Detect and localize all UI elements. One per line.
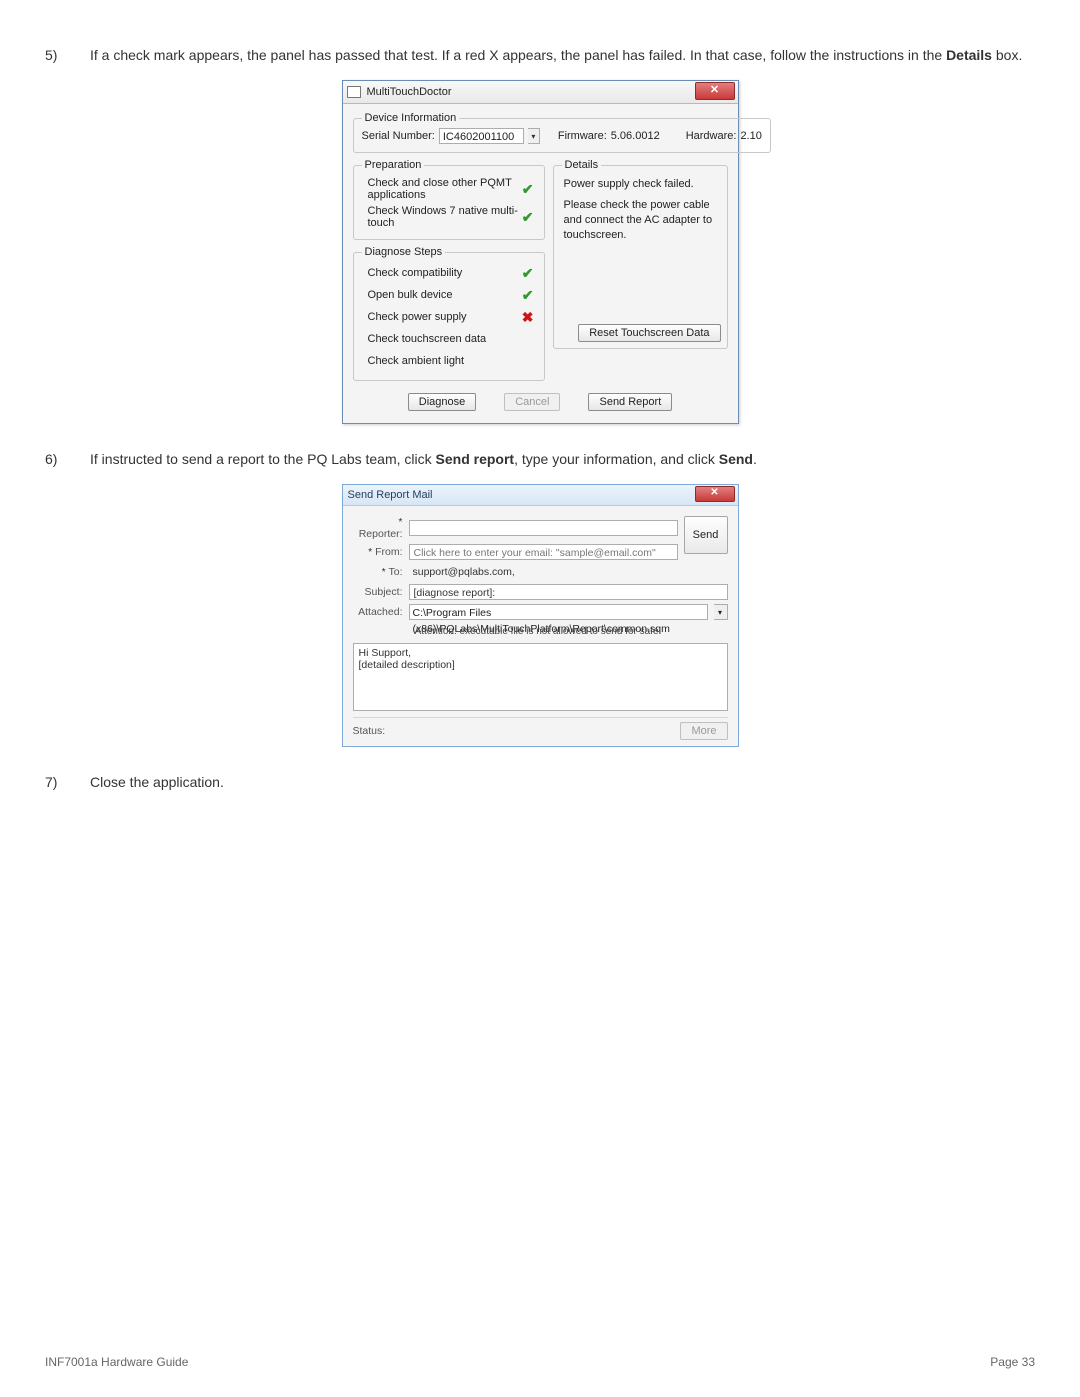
attached-select[interactable]: C:\Program Files (x86)\PQLabs\MultiTouch…: [409, 604, 708, 620]
diag-item: Check compatibility ✔: [362, 262, 536, 284]
firmware-value: 5.06.0012: [611, 130, 660, 142]
footer-right: Page 33: [990, 1355, 1035, 1369]
step-number: 7): [45, 772, 90, 793]
step-text: Close the application.: [90, 772, 1035, 793]
instruction-step-5: 5) If a check mark appears, the panel ha…: [45, 45, 1035, 66]
device-information-legend: Device Information: [362, 112, 460, 124]
send-report-mail-window: Send Report Mail ✕ Reporter: From: Click…: [342, 484, 739, 747]
send-button[interactable]: Send: [684, 516, 728, 554]
subject-label: Subject:: [353, 586, 403, 598]
diag-item: Check power supply ✖: [362, 306, 536, 328]
diag-item: Open bulk device ✔: [362, 284, 536, 306]
titlebar[interactable]: Send Report Mail ✕: [343, 485, 738, 506]
reporter-input[interactable]: [409, 520, 678, 536]
diagnose-button[interactable]: Diagnose: [408, 393, 476, 411]
instruction-step-7: 7) Close the application.: [45, 772, 1035, 793]
attention-note: Attention: executable file is not allowe…: [353, 624, 728, 643]
reset-touchscreen-data-button[interactable]: Reset Touchscreen Data: [578, 324, 720, 342]
diag-item: Check touchscreen data: [362, 328, 536, 350]
window-title: MultiTouchDoctor: [367, 86, 452, 98]
firmware-label: Firmware:: [558, 130, 607, 142]
send-report-button[interactable]: Send Report: [588, 393, 672, 411]
diagnose-steps-legend: Diagnose Steps: [362, 246, 446, 258]
prep-item: Check Windows 7 native multi-touch ✔: [362, 203, 536, 231]
hardware-value: 2.10: [740, 130, 761, 142]
to-label: To:: [353, 566, 403, 578]
step-text: If a check mark appears, the panel has p…: [90, 45, 1035, 66]
details-group: Details Power supply check failed. Pleas…: [553, 159, 728, 349]
close-button[interactable]: ✕: [695, 82, 735, 100]
checkmark-icon: ✔: [522, 265, 534, 282]
subject-input[interactable]: [diagnose report]:: [409, 584, 728, 600]
device-information-group: Device Information Serial Number: IC4602…: [353, 112, 771, 153]
instruction-step-6: 6) If instructed to send a report to the…: [45, 449, 1035, 470]
preparation-legend: Preparation: [362, 159, 425, 171]
titlebar[interactable]: MultiTouchDoctor ✕: [343, 81, 738, 104]
checkmark-icon: ✔: [522, 287, 534, 304]
serial-number-label: Serial Number:: [362, 130, 435, 142]
step-number: 6): [45, 449, 90, 470]
checkmark-icon: ✔: [522, 181, 534, 198]
footer-left: INF7001a Hardware Guide: [45, 1355, 188, 1369]
more-button[interactable]: More: [680, 722, 727, 740]
multitouchdoctor-window: MultiTouchDoctor ✕ Device Information Se…: [342, 80, 739, 424]
app-icon: [347, 86, 361, 98]
details-line: Power supply check failed.: [564, 177, 717, 192]
from-label: From:: [353, 546, 403, 558]
serial-number-select[interactable]: IC4602001100: [439, 128, 524, 144]
diagnose-steps-group: Diagnose Steps Check compatibility ✔ Ope…: [353, 246, 545, 381]
status-label: Status:: [353, 725, 386, 737]
diag-item: Check ambient light: [362, 350, 536, 372]
preparation-group: Preparation Check and close other PQMT a…: [353, 159, 545, 240]
prep-item: Check and close other PQMT applications …: [362, 175, 536, 203]
step-number: 5): [45, 45, 90, 66]
page-footer: INF7001a Hardware Guide Page 33: [45, 1355, 1035, 1369]
attached-dropdown-icon[interactable]: ▾: [714, 604, 728, 620]
cancel-button[interactable]: Cancel: [504, 393, 560, 411]
attached-label: Attached:: [353, 606, 403, 618]
step-text: If instructed to send a report to the PQ…: [90, 449, 1035, 470]
details-legend: Details: [562, 159, 602, 171]
message-body-textarea[interactable]: Hi Support, [detailed description]: [353, 643, 728, 711]
window-title: Send Report Mail: [348, 489, 433, 501]
hardware-label: Hardware:: [686, 130, 737, 142]
x-icon: ✖: [522, 309, 534, 326]
from-input[interactable]: Click here to enter your email: "sample@…: [409, 544, 678, 560]
to-value: support@pqlabs.com,: [409, 564, 728, 580]
reporter-label: Reporter:: [353, 516, 403, 540]
close-button[interactable]: ✕: [695, 486, 735, 502]
details-line: Please check the power cable and connect…: [564, 198, 717, 243]
serial-dropdown-icon[interactable]: ▾: [528, 128, 540, 144]
checkmark-icon: ✔: [522, 209, 534, 226]
